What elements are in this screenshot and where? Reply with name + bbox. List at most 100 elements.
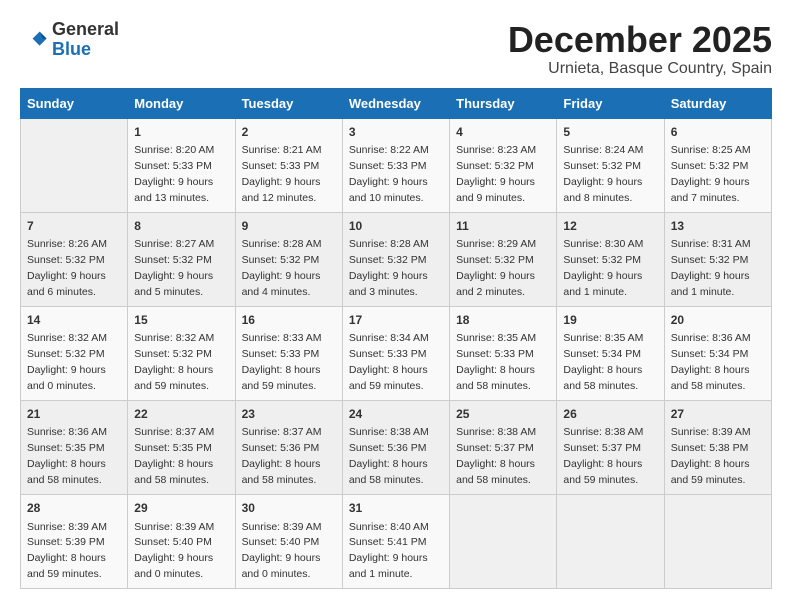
header-thursday: Thursday: [450, 88, 557, 118]
logo: General Blue: [20, 20, 119, 60]
table-row: 30 Sunrise: 8:39 AM Sunset: 5:40 PM Dayli…: [235, 495, 342, 589]
day-info: Sunrise: 8:38 AM Sunset: 5:36 PM Dayligh…: [349, 426, 429, 486]
day-info: Sunrise: 8:23 AM Sunset: 5:32 PM Dayligh…: [456, 144, 536, 204]
day-number: 20: [671, 312, 765, 329]
day-number: 21: [27, 406, 121, 423]
table-row: [557, 495, 664, 589]
table-row: 4Sunrise: 8:23 AM Sunset: 5:32 PM Daylig…: [450, 118, 557, 212]
day-info: Sunrise: 8:27 AM Sunset: 5:32 PM Dayligh…: [134, 238, 214, 298]
day-info: Sunrise: 8:35 AM Sunset: 5:34 PM Dayligh…: [563, 332, 643, 392]
day-info: Sunrise: 8:39 AM Sunset: 5:39 PM Dayligh…: [27, 521, 107, 581]
day-number: 9: [242, 218, 336, 235]
day-info: Sunrise: 8:39 AM Sunset: 5:38 PM Dayligh…: [671, 426, 751, 486]
day-number: 8: [134, 218, 228, 235]
day-info: Sunrise: 8:39 AM Sunset: 5:40 PM Dayligh…: [134, 521, 214, 581]
table-row: 2 Sunrise: 8:21 AM Sunset: 5:33 PM Daylig…: [235, 118, 342, 212]
day-number: 2: [242, 124, 336, 141]
day-number: 28: [27, 500, 121, 517]
day-info: Sunrise: 8:38 AM Sunset: 5:37 PM Dayligh…: [456, 426, 536, 486]
day-info: Sunrise: 8:36 AM Sunset: 5:35 PM Dayligh…: [27, 426, 107, 486]
day-number: 13: [671, 218, 765, 235]
day-info: Sunrise: 8:33 AM Sunset: 5:33 PM Dayligh…: [242, 332, 322, 392]
day-number: 16: [242, 312, 336, 329]
day-info: Sunrise: 8:25 AM Sunset: 5:32 PM Dayligh…: [671, 144, 751, 204]
day-info: Sunrise: 8:21 AM Sunset: 5:33 PM Dayligh…: [242, 144, 322, 204]
table-row: 9 Sunrise: 8:28 AM Sunset: 5:32 PM Daylig…: [235, 212, 342, 306]
day-info: Sunrise: 8:24 AM Sunset: 5:32 PM Dayligh…: [563, 144, 643, 204]
table-row: 5 Sunrise: 8:24 AM Sunset: 5:32 PM Daylig…: [557, 118, 664, 212]
day-number: 25: [456, 406, 550, 423]
day-number: 19: [563, 312, 657, 329]
table-row: [450, 495, 557, 589]
table-row: 21 Sunrise: 8:36 AM Sunset: 5:35 PM Dayli…: [21, 401, 128, 495]
table-row: 18 Sunrise: 8:35 AM Sunset: 5:33 PM Dayli…: [450, 306, 557, 400]
calendar-table: Sunday Monday Tuesday Wednesday Thursday…: [20, 88, 772, 590]
table-row: [664, 495, 771, 589]
day-info: Sunrise: 8:39 AM Sunset: 5:40 PM Dayligh…: [242, 521, 322, 581]
day-number: 15: [134, 312, 228, 329]
header-tuesday: Tuesday: [235, 88, 342, 118]
header-monday: Monday: [128, 88, 235, 118]
day-info: Sunrise: 8:40 AM Sunset: 5:41 PM Dayligh…: [349, 521, 429, 581]
table-row: 19 Sunrise: 8:35 AM Sunset: 5:34 PM Dayli…: [557, 306, 664, 400]
day-number: 24: [349, 406, 443, 423]
day-info: Sunrise: 8:26 AM Sunset: 5:32 PM Dayligh…: [27, 238, 107, 298]
day-info: Sunrise: 8:31 AM Sunset: 5:32 PM Dayligh…: [671, 238, 751, 298]
header-friday: Friday: [557, 88, 664, 118]
logo-icon: [20, 26, 48, 54]
day-number: 30: [242, 500, 336, 517]
table-row: 29 Sunrise: 8:39 AM Sunset: 5:40 PM Dayli…: [128, 495, 235, 589]
main-title: December 2025: [508, 20, 772, 60]
header-wednesday: Wednesday: [342, 88, 449, 118]
table-row: 6 Sunrise: 8:25 AM Sunset: 5:32 PM Daylig…: [664, 118, 771, 212]
table-row: 26Sunrise: 8:38 AM Sunset: 5:37 PM Dayli…: [557, 401, 664, 495]
calendar-week-row: 1 Sunrise: 8:20 AM Sunset: 5:33 PM Daylig…: [21, 118, 772, 212]
table-row: 23Sunrise: 8:37 AM Sunset: 5:36 PM Dayli…: [235, 401, 342, 495]
table-row: 16 Sunrise: 8:33 AM Sunset: 5:33 PM Dayli…: [235, 306, 342, 400]
table-row: 12Sunrise: 8:30 AM Sunset: 5:32 PM Dayli…: [557, 212, 664, 306]
table-row: 7 Sunrise: 8:26 AM Sunset: 5:32 PM Daylig…: [21, 212, 128, 306]
day-info: Sunrise: 8:30 AM Sunset: 5:32 PM Dayligh…: [563, 238, 643, 298]
table-row: 1 Sunrise: 8:20 AM Sunset: 5:33 PM Daylig…: [128, 118, 235, 212]
table-row: 31 Sunrise: 8:40 AM Sunset: 5:41 PM Dayli…: [342, 495, 449, 589]
calendar-header-row: Sunday Monday Tuesday Wednesday Thursday…: [21, 88, 772, 118]
calendar-week-row: 14 Sunrise: 8:32 AM Sunset: 5:32 PM Dayli…: [21, 306, 772, 400]
day-info: Sunrise: 8:32 AM Sunset: 5:32 PM Dayligh…: [27, 332, 107, 392]
day-info: Sunrise: 8:32 AM Sunset: 5:32 PM Dayligh…: [134, 332, 214, 392]
day-number: 27: [671, 406, 765, 423]
calendar-week-row: 7 Sunrise: 8:26 AM Sunset: 5:32 PM Daylig…: [21, 212, 772, 306]
day-info: Sunrise: 8:37 AM Sunset: 5:35 PM Dayligh…: [134, 426, 214, 486]
day-info: Sunrise: 8:38 AM Sunset: 5:37 PM Dayligh…: [563, 426, 643, 486]
day-number: 14: [27, 312, 121, 329]
day-number: 18: [456, 312, 550, 329]
day-number: 5: [563, 124, 657, 141]
subtitle: Urnieta, Basque Country, Spain: [508, 60, 772, 78]
calendar-week-row: 21 Sunrise: 8:36 AM Sunset: 5:35 PM Dayli…: [21, 401, 772, 495]
table-row: 25 Sunrise: 8:38 AM Sunset: 5:37 PM Dayli…: [450, 401, 557, 495]
table-row: 3Sunrise: 8:22 AM Sunset: 5:33 PM Daylig…: [342, 118, 449, 212]
table-row: 24 Sunrise: 8:38 AM Sunset: 5:36 PM Dayli…: [342, 401, 449, 495]
day-number: 10: [349, 218, 443, 235]
header-sunday: Sunday: [21, 88, 128, 118]
table-row: 27 Sunrise: 8:39 AM Sunset: 5:38 PM Dayli…: [664, 401, 771, 495]
day-number: 31: [349, 500, 443, 517]
logo-general: General: [52, 20, 119, 40]
table-row: 20Sunrise: 8:36 AM Sunset: 5:34 PM Dayli…: [664, 306, 771, 400]
table-row: 22 Sunrise: 8:37 AM Sunset: 5:35 PM Dayli…: [128, 401, 235, 495]
day-number: 7: [27, 218, 121, 235]
calendar-week-row: 28 Sunrise: 8:39 AM Sunset: 5:39 PM Dayli…: [21, 495, 772, 589]
day-number: 22: [134, 406, 228, 423]
table-row: 11Sunrise: 8:29 AM Sunset: 5:32 PM Dayli…: [450, 212, 557, 306]
day-number: 6: [671, 124, 765, 141]
day-info: Sunrise: 8:35 AM Sunset: 5:33 PM Dayligh…: [456, 332, 536, 392]
day-number: 3: [349, 124, 443, 141]
table-row: [21, 118, 128, 212]
day-info: Sunrise: 8:28 AM Sunset: 5:32 PM Dayligh…: [242, 238, 322, 298]
table-row: 15 Sunrise: 8:32 AM Sunset: 5:32 PM Dayli…: [128, 306, 235, 400]
day-number: 17: [349, 312, 443, 329]
day-number: 29: [134, 500, 228, 517]
table-row: 10Sunrise: 8:28 AM Sunset: 5:32 PM Dayli…: [342, 212, 449, 306]
day-number: 1: [134, 124, 228, 141]
day-info: Sunrise: 8:20 AM Sunset: 5:33 PM Dayligh…: [134, 144, 214, 204]
day-number: 11: [456, 218, 550, 235]
